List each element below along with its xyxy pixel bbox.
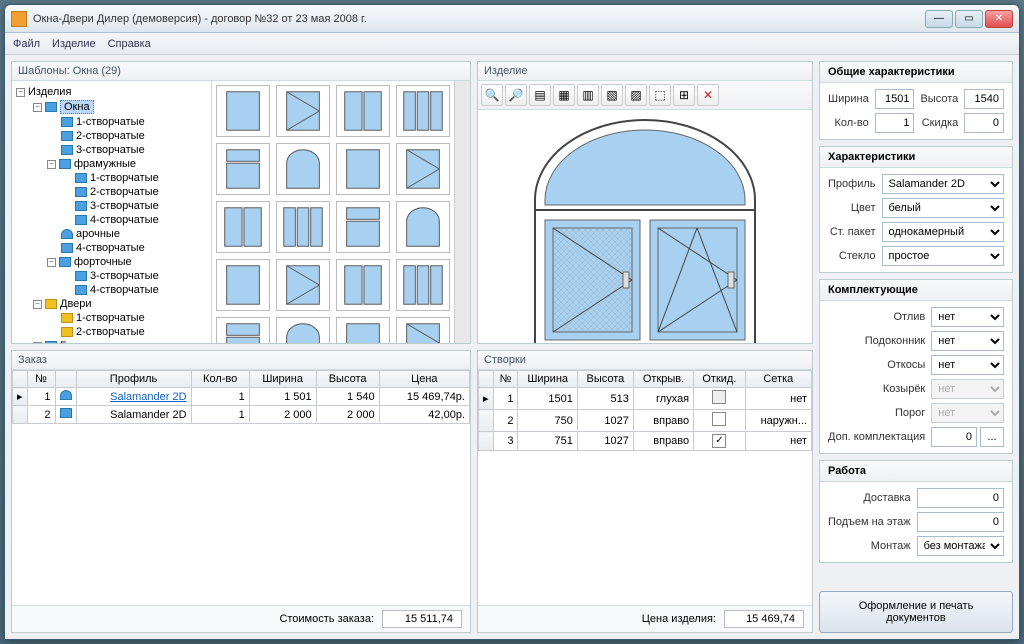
titlebar: Окна-Двери Дилер (демоверсия) - договор … <box>5 5 1019 33</box>
template-thumb[interactable] <box>336 259 390 311</box>
templates-panel: Шаблоны: Окна (29) −Изделия −Окна 1-ство… <box>11 61 471 344</box>
zoom-in-icon[interactable]: 🔍 <box>481 84 503 106</box>
windowsill-select[interactable]: нет <box>931 331 1004 351</box>
work-props: Работа Доставка Подъем на этаж Монтажбез… <box>819 460 1013 563</box>
template-thumb[interactable] <box>216 143 270 195</box>
order-total-value: 15 511,74 <box>382 610 462 628</box>
order-title: Заказ <box>12 351 470 370</box>
window-title: Окна-Двери Дилер (демоверсия) - договор … <box>33 13 925 25</box>
threshold-select: нет <box>931 403 1004 423</box>
menu-file[interactable]: Файл <box>13 38 40 50</box>
app-icon <box>11 11 27 27</box>
discount-input[interactable] <box>964 113 1004 133</box>
specs-props: Характеристики ПрофильSalamander 2D Цвет… <box>819 146 1013 273</box>
table-row: ▸11501513глухаянет <box>479 388 812 410</box>
tree-view[interactable]: −Изделия −Окна 1-створчатые 2-створчатые… <box>12 81 212 343</box>
product-title: Изделие <box>478 62 812 81</box>
profile-select[interactable]: Salamander 2D <box>882 174 1005 194</box>
template-thumb[interactable] <box>276 85 330 137</box>
template-thumb[interactable] <box>396 85 450 137</box>
templates-title: Шаблоны: Окна (29) <box>12 62 470 81</box>
product-price-label: Цена изделия: <box>642 613 716 625</box>
sashes-panel: Створки №ШиринаВысотаОткрыв.Откид.Сетка … <box>477 350 813 633</box>
order-total-label: Стоимость заказа: <box>279 613 374 625</box>
template-thumb[interactable] <box>276 201 330 253</box>
menubar: Файл Изделие Справка <box>5 33 1019 55</box>
height-input[interactable] <box>964 89 1004 109</box>
menu-help[interactable]: Справка <box>108 38 151 50</box>
table-row: 27501027вправонаружн... <box>479 410 812 432</box>
tool-a-icon[interactable]: ⬚ <box>649 84 671 106</box>
visor-select: нет <box>931 379 1004 399</box>
template-thumb[interactable] <box>336 143 390 195</box>
install-select[interactable]: без монтажа <box>917 536 1004 556</box>
extra-input[interactable] <box>931 427 977 447</box>
print-documents-button[interactable]: Оформление и печать документов <box>819 591 1013 633</box>
maximize-button[interactable]: ▭ <box>955 10 983 28</box>
tilt-checkbox[interactable] <box>712 412 726 426</box>
template-thumb[interactable] <box>336 201 390 253</box>
sashes-table[interactable]: №ШиринаВысотаОткрыв.Откид.Сетка ▸1150151… <box>478 370 812 451</box>
glazing-select[interactable]: однокамерный <box>882 222 1005 242</box>
template-thumb[interactable] <box>396 259 450 311</box>
color-select[interactable]: белый <box>882 198 1005 218</box>
template-thumb[interactable] <box>276 317 330 343</box>
delete-icon[interactable]: ✕ <box>697 84 719 106</box>
template-thumb[interactable] <box>276 259 330 311</box>
preview-toolbar: 🔍 🔎 ▤ ▦ ▥ ▧ ▨ ⬚ ⊞ ✕ <box>478 81 812 110</box>
width-input[interactable] <box>875 89 915 109</box>
align-left-icon[interactable]: ▤ <box>529 84 551 106</box>
minimize-button[interactable]: — <box>925 10 953 28</box>
lift-input[interactable] <box>917 512 1004 532</box>
delivery-input[interactable] <box>917 488 1004 508</box>
tool-b-icon[interactable]: ⊞ <box>673 84 695 106</box>
table-row: 2Salamander 2D12 0002 00042,00р. <box>13 406 470 424</box>
template-thumb[interactable] <box>396 143 450 195</box>
order-table[interactable]: № ПрофильКол-во ШиринаВысотаЦена ▸1Salam… <box>12 370 470 424</box>
product-price-value: 15 469,74 <box>724 610 804 628</box>
qty-input[interactable] <box>875 113 915 133</box>
template-thumb[interactable] <box>396 201 450 253</box>
align-top-icon[interactable]: ▧ <box>601 84 623 106</box>
align-bottom-icon[interactable]: ▨ <box>625 84 647 106</box>
template-thumb[interactable] <box>216 317 270 343</box>
product-preview-panel: Изделие 🔍 🔎 ▤ ▦ ▥ ▧ ▨ ⬚ ⊞ ✕ <box>477 61 813 344</box>
sill-select[interactable]: нет <box>931 307 1004 327</box>
zoom-out-icon[interactable]: 🔎 <box>505 84 527 106</box>
sashes-title: Створки <box>478 351 812 370</box>
preview-canvas[interactable] <box>478 110 812 344</box>
template-thumb[interactable] <box>276 143 330 195</box>
table-row: ▸1Salamander 2D11 5011 54015 469,74р. <box>13 388 470 406</box>
template-thumb[interactable] <box>336 85 390 137</box>
order-panel: Заказ № ПрофильКол-во ШиринаВысотаЦена ▸… <box>11 350 471 633</box>
tilt-checkbox[interactable]: ✓ <box>712 434 726 448</box>
table-row: 37511027вправо✓нет <box>479 432 812 451</box>
accessories-props: Комплектующие Отливнет Подоконникнет Отк… <box>819 279 1013 454</box>
scrollbar[interactable] <box>454 81 470 343</box>
align-right-icon[interactable]: ▥ <box>577 84 599 106</box>
menu-product[interactable]: Изделие <box>52 38 96 50</box>
extra-browse-button[interactable]: ... <box>980 427 1004 447</box>
template-thumb[interactable] <box>216 259 270 311</box>
template-thumb[interactable] <box>216 85 270 137</box>
align-center-icon[interactable]: ▦ <box>553 84 575 106</box>
template-thumb[interactable] <box>336 317 390 343</box>
template-thumb[interactable] <box>396 317 450 343</box>
slopes-select[interactable]: нет <box>931 355 1004 375</box>
glass-select[interactable]: простое <box>882 246 1005 266</box>
template-thumb[interactable] <box>216 201 270 253</box>
general-props: Общие характеристики Ширина Высота Кол-в… <box>819 61 1013 140</box>
thumbnails-grid[interactable] <box>212 81 454 343</box>
close-button[interactable]: ✕ <box>985 10 1013 28</box>
